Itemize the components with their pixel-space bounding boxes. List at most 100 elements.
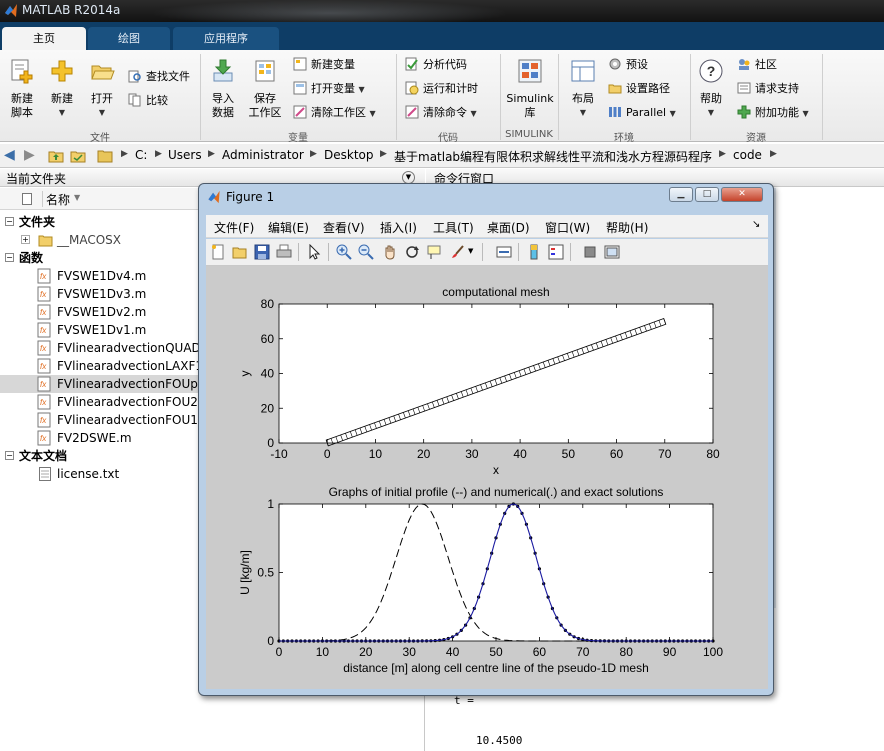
divider — [396, 54, 397, 140]
collapse-icon[interactable]: − — [5, 217, 14, 226]
analyze-code-button[interactable]: 分析代码 — [405, 56, 467, 74]
new-variable-icon — [293, 57, 307, 71]
clear-commands-caret-icon: ▼ — [470, 109, 477, 118]
tab-plots[interactable]: 绘图 — [88, 27, 170, 50]
menu-edit[interactable]: 编辑(E) — [268, 219, 309, 236]
run-and-time-button[interactable]: 运行和计时 — [405, 80, 478, 98]
parallel-button[interactable]: Parallel ▼ — [608, 104, 676, 122]
community-button[interactable]: 社区 — [737, 56, 777, 74]
file-type-column-icon — [22, 193, 32, 205]
maximize-button[interactable]: □ — [695, 187, 719, 202]
figure-menu-bar: 文件(F) 编辑(E) 查看(V) 插入(I) 工具(T) 桌面(D) 窗口(W… — [206, 215, 768, 238]
help-button[interactable]: ? 帮助 ▼ — [696, 58, 726, 120]
print-icon[interactable] — [276, 244, 292, 260]
breadcrumb-code[interactable]: code — [733, 148, 762, 162]
set-path-label: 设置路径 — [626, 82, 670, 95]
menu-desktop[interactable]: 桌面(D) — [487, 219, 530, 236]
breadcrumb-users[interactable]: Users — [168, 148, 202, 162]
set-path-button[interactable]: 设置路径 — [608, 80, 670, 98]
zoom-out-icon[interactable] — [358, 244, 374, 260]
figure-canvas[interactable]: -10 0 10 20 30 40 50 60 70 80 0 20 40 60 80 computation… — [206, 266, 768, 689]
compare-button[interactable]: 比较 — [128, 92, 168, 110]
clear-workspace-button[interactable]: 清除工作区 ▼ — [293, 104, 376, 122]
menu-tools[interactable]: 工具(T) — [433, 219, 474, 236]
breadcrumb-desktop[interactable]: Desktop — [324, 148, 374, 162]
pointer-icon[interactable] — [306, 244, 322, 260]
data-cursor-icon[interactable] — [426, 244, 442, 260]
save-icon[interactable] — [254, 244, 270, 260]
clear-commands-button[interactable]: 清除命令 ▼ — [405, 104, 477, 122]
hide-plot-tools-icon[interactable] — [582, 244, 598, 260]
menu-insert[interactable]: 插入(I) — [380, 219, 417, 236]
new-script-button[interactable]: 新建 脚本 — [4, 58, 40, 120]
help-caret-icon: ▼ — [707, 108, 715, 117]
open-button[interactable]: 打开 ▼ — [86, 58, 118, 120]
brush-caret-icon[interactable]: ▼ — [468, 247, 473, 255]
x-axis-label: x — [493, 463, 499, 477]
preferences-button[interactable]: 预设 — [608, 56, 648, 74]
x-tick-label: 0 — [276, 645, 283, 659]
svg-text:fx: fx — [40, 380, 47, 389]
chart-title: Graphs of initial profile (--) and numer… — [329, 485, 664, 499]
expand-icon[interactable]: + — [21, 235, 30, 244]
menu-window[interactable]: 窗口(W) — [545, 219, 590, 236]
folder-open-icon — [91, 65, 115, 80]
breadcrumb-administrator[interactable]: Administrator — [222, 148, 304, 162]
menu-help[interactable]: 帮助(H) — [606, 219, 648, 236]
new-figure-icon[interactable] — [210, 244, 226, 260]
mfile-icon: fx — [37, 268, 51, 284]
open-variable-button[interactable]: 打开变量 ▼ — [293, 80, 365, 98]
rotate-3d-icon[interactable] — [404, 244, 420, 260]
tab-apps[interactable]: 应用程序 — [173, 27, 279, 50]
folder-icon — [38, 235, 53, 247]
minimize-button[interactable]: ▁ — [669, 187, 693, 202]
layout-button[interactable]: 布局 ▼ — [566, 58, 600, 120]
menu-file[interactable]: 文件(F) — [214, 219, 254, 236]
browse-folder-icon[interactable] — [70, 148, 86, 163]
import-data-button[interactable]: 导入 数据 — [205, 58, 241, 120]
x-tick-label: 70 — [576, 645, 590, 659]
new-variable-button[interactable]: 新建变量 — [293, 56, 355, 74]
clear-commands-label: 清除命令 — [423, 106, 467, 119]
legend-icon[interactable] — [548, 244, 564, 260]
back-arrow-icon[interactable]: ◀ — [4, 147, 15, 163]
open-file-icon[interactable] — [232, 244, 248, 260]
collapse-icon[interactable]: − — [5, 253, 14, 262]
breadcrumb-project[interactable]: 基于matlab编程有限体积求解线性平流和浅水方程源码程序 — [394, 148, 712, 165]
dock-arrow-icon[interactable]: ↘ — [752, 219, 760, 230]
sort-arrow-icon[interactable]: ▼ — [74, 193, 80, 202]
colorbar-icon[interactable] — [526, 244, 542, 260]
request-support-button[interactable]: 请求支持 — [737, 80, 799, 98]
preferences-label: 预设 — [626, 58, 648, 71]
link-plot-icon[interactable] — [496, 244, 512, 260]
simulink-library-button[interactable]: Simulink 库 — [504, 58, 556, 120]
breadcrumb-drive[interactable]: C: — [135, 148, 147, 162]
y-tick-label: 20 — [261, 401, 275, 415]
menu-view[interactable]: 查看(V) — [323, 219, 365, 236]
divider — [690, 54, 691, 140]
file-name: FVlinearadvectionLAXF1D — [57, 359, 213, 373]
mfile-icon: fx — [37, 322, 51, 338]
show-plot-tools-icon[interactable] — [604, 244, 620, 260]
up-folder-icon[interactable] — [48, 148, 64, 163]
x-tick-label: 30 — [465, 447, 479, 461]
collapse-icon[interactable]: − — [5, 451, 14, 460]
file-name: FVlinearadvectionQUAD1 — [57, 341, 209, 355]
chart-title: computational mesh — [442, 285, 549, 299]
name-column-header[interactable]: 名称 — [46, 191, 70, 208]
x-tick-label: 10 — [369, 447, 383, 461]
svg-text:?: ? — [707, 63, 716, 79]
save-workspace-button[interactable]: 保存 工作区 — [246, 58, 284, 120]
mfile-icon: fx — [37, 340, 51, 356]
pan-hand-icon[interactable] — [382, 244, 398, 260]
zoom-in-icon[interactable] — [336, 244, 352, 260]
new-button[interactable]: 新建 ▼ — [46, 58, 78, 120]
tab-home[interactable]: 主页 — [2, 27, 86, 50]
brush-icon[interactable] — [450, 244, 466, 260]
close-button[interactable]: ✕ — [721, 187, 763, 202]
forward-arrow-icon[interactable]: ▶ — [24, 147, 35, 163]
svg-text:fx: fx — [40, 308, 47, 317]
find-files-button[interactable]: 查找文件 — [128, 68, 190, 86]
plots-svg[interactable]: -10 0 10 20 30 40 50 60 70 80020406080computation… — [206, 266, 768, 689]
add-ons-button[interactable]: 附加功能 ▼ — [737, 104, 809, 122]
